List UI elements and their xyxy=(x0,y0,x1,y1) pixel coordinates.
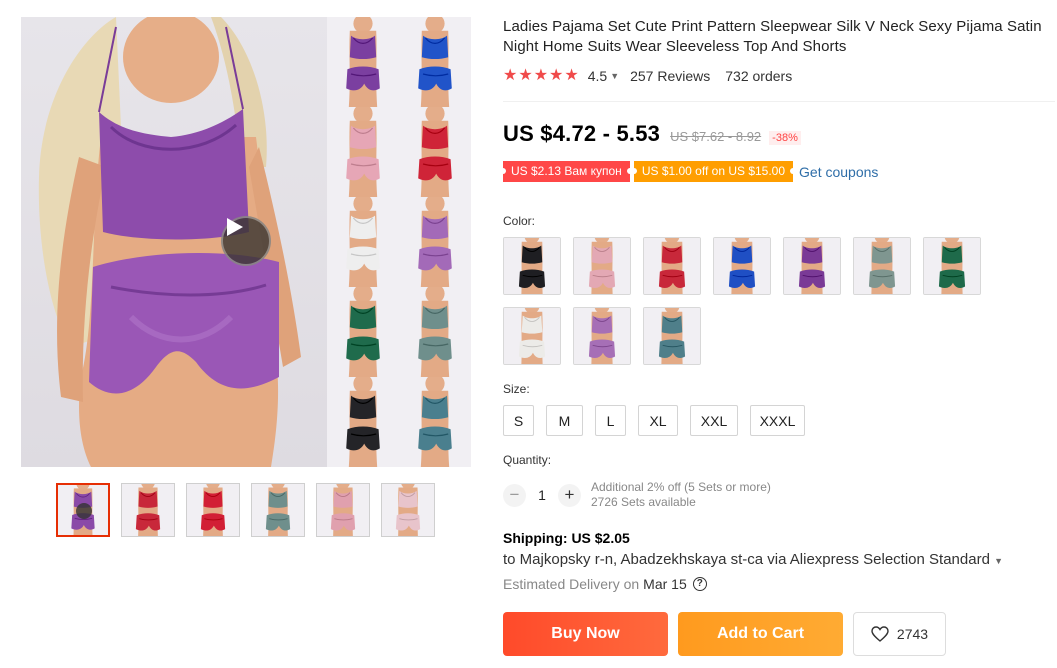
bulk-discount-note: Additional 2% off (5 Sets or more) xyxy=(591,480,771,494)
collage-photo xyxy=(327,377,399,467)
delivery-label: Estimated Delivery on xyxy=(503,576,640,592)
star-icon: ★ xyxy=(549,67,564,84)
current-price: US $4.72 - 5.53 xyxy=(503,121,661,146)
collage-photo xyxy=(399,287,471,377)
gallery-thumbnail[interactable] xyxy=(251,483,305,537)
delivery-date: Mar 15 xyxy=(643,576,687,592)
quantity-note: Additional 2% off (5 Sets or more) 2726 … xyxy=(591,480,771,510)
heart-icon xyxy=(871,626,889,642)
hero-model-photo xyxy=(21,17,327,467)
store-coupon[interactable]: US $2.13 Вам купон xyxy=(500,161,633,182)
main-product-image[interactable] xyxy=(21,17,471,467)
product-info: Ladies Pajama Set Cute Print Pattern Sle… xyxy=(503,17,1053,86)
chevron-down-icon[interactable]: ▼ xyxy=(994,556,1003,566)
help-icon[interactable]: ? xyxy=(692,577,707,591)
color-swatch-white[interactable] xyxy=(503,307,561,365)
size-label: Size: xyxy=(503,382,530,396)
original-price: US $7.62 - 8.92 xyxy=(670,129,762,144)
star-rating: ★ ★ ★ ★ ★ xyxy=(503,68,579,84)
add-to-cart-button[interactable]: Add to Cart xyxy=(678,612,843,656)
size-option-s[interactable]: S xyxy=(503,405,534,436)
color-swatch-teal[interactable] xyxy=(643,307,701,365)
select-coupon[interactable]: US $1.00 off on US $15.00 xyxy=(630,161,797,182)
rating-value[interactable]: 4.5 xyxy=(588,68,607,84)
gallery-thumbnail[interactable] xyxy=(56,483,110,537)
shipping-price: US $2.05 xyxy=(571,530,630,546)
size-option-xl[interactable]: XL xyxy=(638,405,678,436)
star-icon: ★ xyxy=(564,67,579,84)
color-swatch-blue[interactable] xyxy=(713,237,771,295)
orders-count: 732 orders xyxy=(725,68,793,84)
color-swatch-purple[interactable] xyxy=(783,237,841,295)
color-swatch-black[interactable] xyxy=(503,237,561,295)
color-swatch-grey-green[interactable] xyxy=(853,237,911,295)
quantity-input[interactable]: 1 xyxy=(526,487,558,503)
wishlist-button[interactable]: 2743 xyxy=(853,612,946,656)
collage-photo xyxy=(327,197,399,287)
size-option-xxl[interactable]: XXL xyxy=(690,405,738,436)
collage-photo xyxy=(327,287,399,377)
quantity-label: Quantity: xyxy=(503,453,552,467)
star-icon: ★ xyxy=(533,67,549,84)
stock-available: 2726 Sets available xyxy=(591,495,696,509)
buy-now-button[interactable]: Buy Now xyxy=(503,612,668,656)
ship-to-selector[interactable]: to Majkopsky r-n, Abadzekhskaya st-ca vi… xyxy=(503,551,1003,568)
size-option-l[interactable]: L xyxy=(595,405,626,436)
color-options xyxy=(503,237,993,365)
quantity-increase-button[interactable]: + xyxy=(558,483,581,507)
shipping-row: Shipping: US $2.05 xyxy=(503,530,630,546)
quantity-stepper: − 1 + Additional 2% off (5 Sets or more)… xyxy=(503,480,771,510)
collage-photo xyxy=(399,107,471,197)
collage-photo xyxy=(399,17,471,107)
collage-photo xyxy=(327,17,399,107)
color-swatch-red[interactable] xyxy=(643,237,701,295)
gallery-thumbnail[interactable] xyxy=(381,483,435,537)
play-icon xyxy=(227,218,243,236)
size-options: S M L XL XXL XXXL xyxy=(503,405,805,436)
color-swatch-pink[interactable] xyxy=(573,237,631,295)
discount-badge: -38% xyxy=(769,131,801,145)
collage-photo xyxy=(399,197,471,287)
hero-illustration xyxy=(38,17,301,467)
price-row: US $4.72 - 5.53 US $7.62 - 8.92 -38% xyxy=(503,121,801,147)
divider xyxy=(503,101,1055,102)
rating-row: ★ ★ ★ ★ ★ 4.5 ▼ 257 Reviews 732 orders xyxy=(503,66,1053,86)
color-collage xyxy=(327,17,471,467)
coupons-row: US $2.13 Вам купон US $1.00 off on US $1… xyxy=(500,161,878,182)
gallery-thumbnail[interactable] xyxy=(121,483,175,537)
star-icon: ★ xyxy=(503,67,518,84)
color-label: Color: xyxy=(503,214,536,228)
get-coupons-link[interactable]: Get coupons xyxy=(799,164,878,180)
thumbnail-strip xyxy=(56,483,435,537)
play-icon xyxy=(76,503,92,519)
color-swatch-dark-green[interactable] xyxy=(923,237,981,295)
action-buttons: Buy Now Add to Cart 2743 xyxy=(503,612,946,656)
shipping-label: Shipping: xyxy=(503,530,568,546)
wishlist-count: 2743 xyxy=(896,626,929,642)
collage-photo xyxy=(399,377,471,467)
delivery-row: Estimated Delivery on Mar 15 ? xyxy=(503,576,707,592)
size-option-xxxl[interactable]: XXXL xyxy=(750,405,805,436)
reviews-link[interactable]: 257 Reviews xyxy=(630,68,710,84)
star-icon: ★ xyxy=(518,67,533,84)
collage-photo xyxy=(327,107,399,197)
ship-destination[interactable]: to Majkopsky r-n, Abadzekhskaya st-ca vi… xyxy=(503,551,990,568)
chevron-down-icon[interactable]: ▼ xyxy=(610,71,619,81)
size-option-m[interactable]: M xyxy=(546,405,583,436)
color-swatch-lavender[interactable] xyxy=(573,307,631,365)
gallery-thumbnail[interactable] xyxy=(316,483,370,537)
quantity-decrease-button[interactable]: − xyxy=(503,483,526,507)
play-video-button[interactable] xyxy=(221,216,271,266)
product-title: Ladies Pajama Set Cute Print Pattern Sle… xyxy=(503,18,1042,55)
gallery-thumbnail[interactable] xyxy=(186,483,240,537)
